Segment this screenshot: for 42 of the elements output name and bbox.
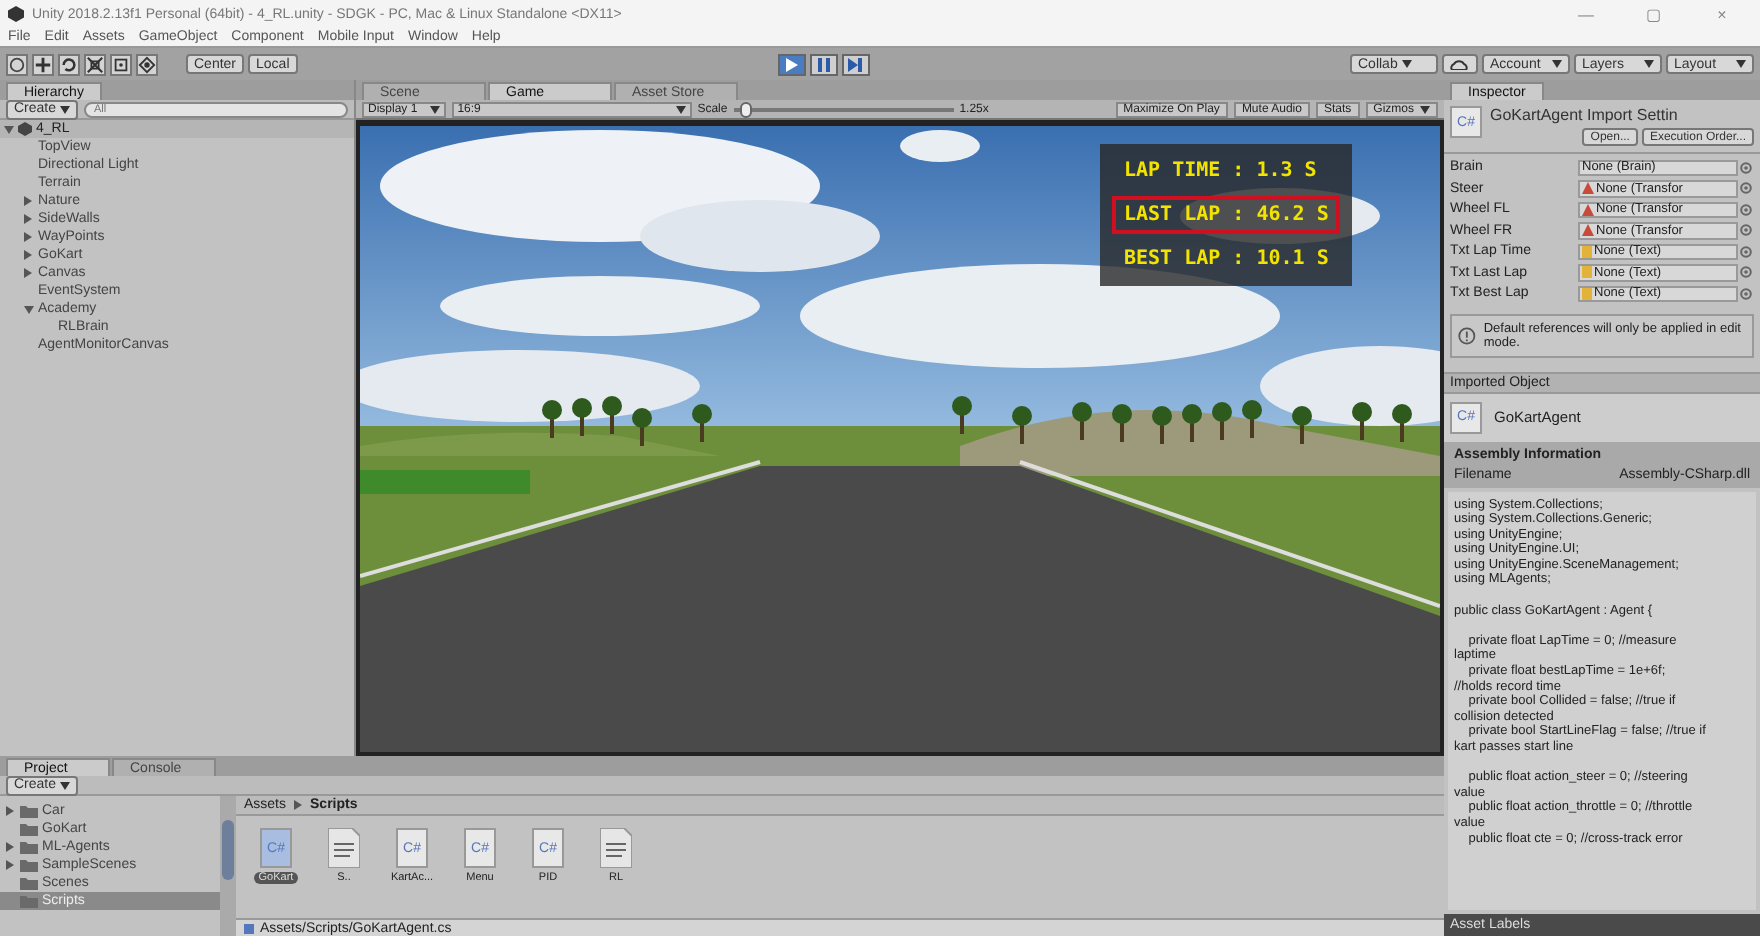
breadcrumb-arrow-icon [294, 800, 303, 810]
expand-arrow-icon[interactable] [24, 305, 34, 313]
caret-icon [1736, 60, 1746, 68]
play-icon [785, 57, 798, 71]
transform-tool-icon [138, 55, 156, 73]
info-icon [1458, 325, 1476, 345]
caret-icon [1552, 60, 1562, 68]
pause-icon [817, 57, 830, 71]
rect-tool-button[interactable] [110, 53, 132, 75]
lap-time-text: LAP TIME : 1.3 S [1122, 158, 1319, 186]
caret-icon [1420, 105, 1430, 113]
lap-time-text: BEST LAP : 10.1 S [1122, 246, 1331, 274]
rotate-tool-button[interactable] [58, 53, 80, 75]
move-tool-button[interactable] [32, 53, 54, 75]
transform-tool-button[interactable] [136, 53, 158, 75]
collapse-arrow-icon[interactable] [6, 806, 14, 816]
caret-icon [1401, 60, 1412, 68]
lap-time-text: LAST LAP : 46.2 S [1112, 196, 1341, 234]
document-icon [600, 828, 632, 868]
step-button[interactable] [841, 53, 870, 75]
caret-icon [429, 105, 440, 113]
caret-icon [675, 105, 686, 113]
scale-tool-button[interactable] [84, 53, 106, 75]
window-control-button[interactable]: — [1556, 5, 1616, 23]
move-tool-icon [34, 55, 52, 73]
document-icon [328, 828, 360, 868]
rect-tool-icon [112, 55, 130, 73]
expand-arrow-icon[interactable] [4, 125, 14, 133]
scale-tool-icon [86, 55, 104, 73]
cloud-button[interactable] [1442, 54, 1478, 74]
pause-button[interactable] [809, 53, 838, 75]
inspector-title: GoKartAgent Import Settin [1490, 106, 1680, 124]
play-button[interactable] [777, 53, 806, 75]
scale-slider-thumb[interactable] [739, 101, 752, 117]
caret-icon [60, 105, 71, 113]
scrollbar[interactable] [220, 796, 236, 936]
cloud-icon [1450, 59, 1468, 69]
caret-icon [1644, 60, 1654, 68]
rotate-tool-icon [60, 55, 78, 73]
script-file-icon [244, 923, 254, 933]
step-icon [848, 57, 863, 71]
caret-icon [60, 781, 71, 789]
